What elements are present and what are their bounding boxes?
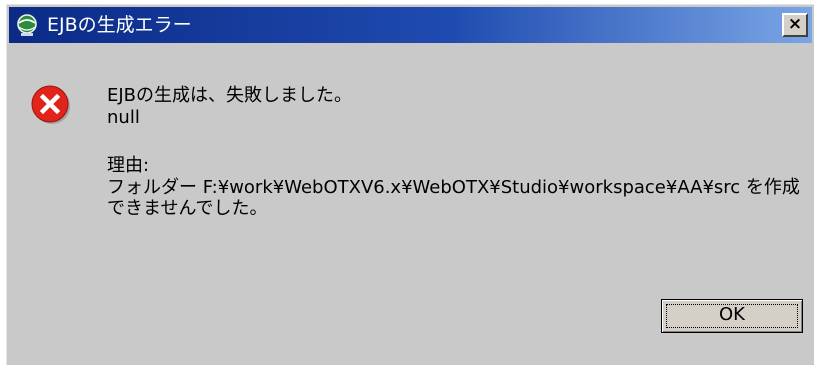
app-globe-icon: [17, 14, 37, 36]
title-bar[interactable]: EJBの生成エラー ×: [9, 7, 812, 43]
error-dialog: EJBの生成エラー × EJBの生成は、失敗しました。 null 理由: フォル…: [6, 4, 814, 365]
error-icon: [31, 85, 70, 124]
ok-button-label: OK: [719, 304, 745, 325]
close-icon: ×: [787, 14, 803, 34]
window-title: EJBの生成エラー: [47, 14, 192, 36]
reason-label: 理由:: [107, 155, 150, 176]
close-button[interactable]: ×: [782, 13, 808, 37]
ok-button[interactable]: OK: [661, 299, 803, 333]
error-detail: null: [107, 107, 140, 128]
error-headline: EJBの生成は、失敗しました。: [107, 85, 353, 106]
reason-text: フォルダー F:¥work¥WebOTXV6.x¥WebOTX¥Studio¥w…: [107, 177, 800, 219]
